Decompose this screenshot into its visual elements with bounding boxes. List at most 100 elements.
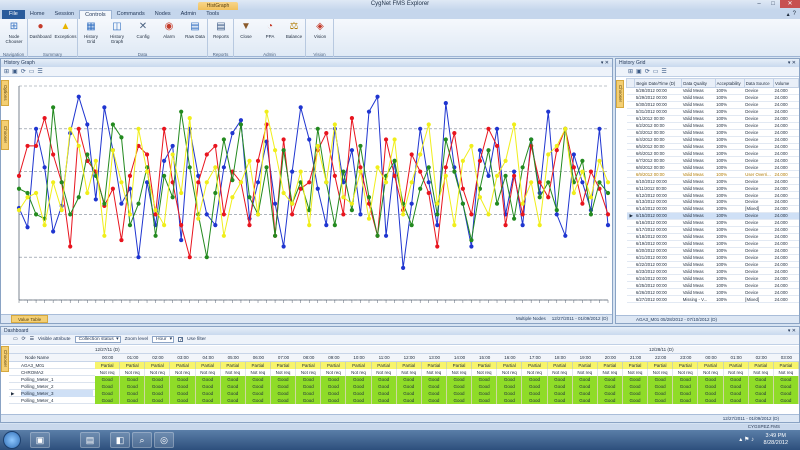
status-cell[interactable]: Good [95, 376, 121, 383]
status-cell[interactable]: Good [773, 390, 799, 397]
status-cell[interactable]: Good [321, 383, 347, 390]
grid-chooser-tab[interactable]: Chooser [616, 80, 624, 108]
status-cell[interactable]: Good [421, 383, 447, 390]
status-cell[interactable]: Good [170, 383, 196, 390]
status-cell[interactable]: Good [95, 397, 121, 404]
table-row[interactable]: 6/20/2012 00:00 Valid Meas 100% Device 24.00… [626, 247, 799, 255]
tab-nodes[interactable]: Nodes [150, 10, 176, 19]
status-cell[interactable]: Good [195, 397, 221, 404]
history-graph-button[interactable]: ◫ History Graph [106, 21, 128, 44]
dash-print-icon[interactable]: ☰ [30, 337, 34, 342]
status-cell[interactable]: Good [95, 383, 121, 390]
status-cell[interactable]: Good [170, 390, 196, 397]
status-cell[interactable]: Good [446, 376, 473, 383]
status-cell[interactable]: Good [522, 383, 548, 390]
status-cell[interactable]: Good [622, 376, 649, 383]
table-row[interactable]: 6/13/2012 00:00 Valid Meas 100% Device 24.00… [626, 198, 799, 206]
raw-data-button[interactable]: ▤ Raw Data [184, 21, 206, 39]
table-row[interactable]: 6/8/2012 00:00 Valid Meas 100% Device 24.000 [626, 163, 799, 172]
node-chooser-button[interactable]: ⊞ Node Chooser [3, 21, 25, 44]
status-cell[interactable]: Not req [321, 369, 347, 376]
minimize-button[interactable]: – [752, 0, 766, 8]
status-cell[interactable]: Not req [245, 369, 271, 376]
status-cell[interactable]: Good [371, 397, 397, 404]
help-icon[interactable]: ? [793, 11, 796, 18]
status-cell[interactable]: Partial [95, 362, 121, 369]
status-cell[interactable]: Partial [698, 362, 724, 369]
status-cell[interactable]: Good [145, 397, 171, 404]
status-cell[interactable]: Not req [622, 369, 649, 376]
status-cell[interactable]: Good [723, 397, 749, 404]
maximize-button[interactable]: □ [766, 0, 780, 8]
status-cell[interactable]: Good [622, 397, 649, 404]
status-cell[interactable]: Good [270, 376, 297, 383]
status-cell[interactable]: Good [648, 397, 674, 404]
history-line-chart[interactable] [11, 78, 612, 314]
table-row[interactable]: 6/4/2012 00:00 Valid Meas 100% Device 24.000 [626, 136, 799, 144]
status-cell[interactable]: Not req [296, 369, 322, 376]
status-cell[interactable]: Partial [120, 362, 146, 369]
status-cell[interactable]: Partial [522, 362, 548, 369]
status-cell[interactable]: Good [321, 397, 347, 404]
status-cell[interactable]: Good [648, 390, 674, 397]
column-header[interactable]: Data Quality [681, 78, 716, 88]
status-cell[interactable]: Good [673, 390, 699, 397]
table-row[interactable]: 6/5/2012 00:00 Valid Meas 100% Device 24.000 [626, 143, 799, 151]
status-cell[interactable]: Partial [547, 362, 573, 369]
status-cell[interactable]: Good [773, 383, 799, 390]
status-cell[interactable]: Good [346, 390, 372, 397]
status-cell[interactable]: Not req [698, 369, 724, 376]
save-icon[interactable]: ▣ [12, 68, 18, 75]
taskbar-search-icon[interactable]: ⌕ [132, 432, 152, 448]
status-cell[interactable]: Good [472, 376, 498, 383]
status-cell[interactable]: Not req [547, 369, 573, 376]
status-cell[interactable]: Good [773, 376, 799, 383]
status-cell[interactable]: Good [597, 390, 623, 397]
status-cell[interactable]: Not req [346, 369, 372, 376]
status-cell[interactable]: Good [371, 376, 397, 383]
status-cell[interactable]: Good [648, 376, 674, 383]
status-cell[interactable]: Good [446, 397, 473, 404]
dashboard-row[interactable]: AGA3_M01 Partial Partial Partial Partial Part… [9, 362, 799, 369]
tab-file[interactable]: File [2, 10, 25, 19]
status-cell[interactable]: Not req [170, 369, 196, 376]
status-cell[interactable]: Good [698, 383, 724, 390]
dashboard-chooser-tab[interactable]: Chooser [1, 346, 9, 372]
status-cell[interactable]: Good [497, 376, 523, 383]
table-row[interactable]: 5/29/2012 00:00 Valid Meas 100% Device 24.00… [626, 94, 799, 102]
status-cell[interactable]: Partial [346, 362, 372, 369]
table-row[interactable]: 6/11/2012 00:00 Valid Meas 100% Device 24.00… [626, 184, 799, 193]
status-cell[interactable]: Good [120, 397, 146, 404]
status-cell[interactable]: Good [396, 376, 422, 383]
table-row[interactable]: 6/1/2012 00:00 Valid Meas 100% Device 24.000 [626, 115, 799, 123]
status-cell[interactable]: Good [673, 383, 699, 390]
status-cell[interactable]: Good [547, 390, 573, 397]
use-filter-checkbox[interactable]: ✓ [178, 337, 183, 343]
status-cell[interactable]: Good [371, 383, 397, 390]
status-cell[interactable]: Good [698, 390, 724, 397]
status-cell[interactable]: Good [648, 383, 674, 390]
status-cell[interactable]: Good [195, 376, 221, 383]
status-cell[interactable]: Good [396, 390, 422, 397]
status-cell[interactable]: Good [195, 390, 221, 397]
dashboard-row[interactable]: CHROMA2 Not req Not req Not req Not req Not r… [9, 369, 799, 376]
status-cell[interactable]: Good [472, 383, 498, 390]
status-cell[interactable]: Good [346, 397, 372, 404]
status-cell[interactable]: Good [270, 383, 297, 390]
visible-attribute-select[interactable]: Collection status [74, 336, 121, 343]
close-button[interactable]: ▼ Close [235, 21, 257, 39]
reports-button[interactable]: ▤ Reports [210, 21, 232, 39]
status-cell[interactable]: Good [522, 390, 548, 397]
grid-refresh-icon[interactable]: ⟳ [645, 68, 650, 75]
status-cell[interactable]: Not req [723, 369, 749, 376]
status-cell[interactable]: Not req [145, 369, 171, 376]
table-row[interactable]: 5/31/2012 00:00 Valid Meas 100% Device 24.00… [626, 108, 799, 116]
status-cell[interactable]: Partial [572, 362, 598, 369]
dash-refresh-icon[interactable]: ⟳ [22, 337, 26, 342]
config-button[interactable]: ✕ Config [132, 21, 154, 39]
status-cell[interactable]: Partial [597, 362, 623, 369]
tab-controls[interactable]: Controls [79, 10, 112, 19]
status-cell[interactable]: Good [723, 383, 749, 390]
column-header[interactable]: Acceptability [714, 78, 745, 88]
status-cell[interactable]: Not req [120, 369, 146, 376]
